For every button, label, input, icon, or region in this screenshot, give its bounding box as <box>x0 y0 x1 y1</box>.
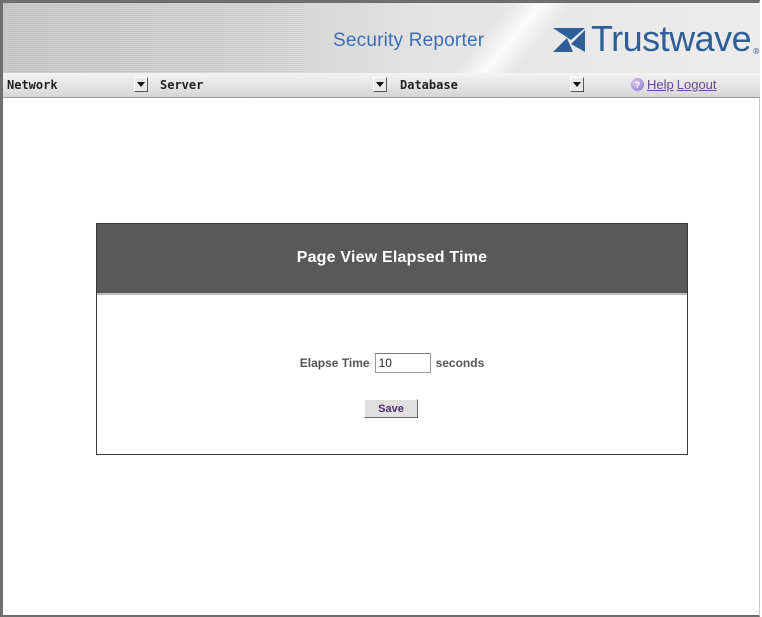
seconds-label: seconds <box>435 356 485 370</box>
elapsed-time-panel: Page View Elapsed Time Elapse Time secon… <box>96 223 688 455</box>
menu-network-label: Network <box>7 78 58 92</box>
help-logout-links: ? Help Logout <box>631 77 720 92</box>
brand-name: Trustwave <box>591 18 752 59</box>
save-button[interactable]: Save <box>364 399 418 418</box>
browser-frame: Security Reporter Trustwave ® Network Se… <box>0 0 760 617</box>
dropdown-arrow-icon[interactable] <box>570 77 584 92</box>
menu-server-label: Server <box>160 78 204 92</box>
menu-database[interactable]: Database <box>400 77 585 93</box>
elapse-time-row: Elapse Time seconds <box>97 353 687 373</box>
registered-mark: ® <box>752 46 760 56</box>
elapse-time-label: Elapse Time <box>299 356 370 370</box>
trustwave-logo: Trustwave ® <box>551 19 760 59</box>
elapse-time-input[interactable] <box>374 353 431 373</box>
menu-server[interactable]: Server <box>160 77 388 93</box>
dropdown-arrow-icon[interactable] <box>134 77 148 92</box>
dropdown-arrow-icon[interactable] <box>373 77 387 92</box>
app-title: Security Reporter <box>333 30 485 51</box>
menu-database-label: Database <box>400 78 458 92</box>
logout-link[interactable]: Logout <box>677 77 717 92</box>
panel-header: Page View Elapsed Time <box>97 224 687 295</box>
header-texture <box>3 3 303 73</box>
trustwave-logo-icon <box>553 28 585 52</box>
menu-network[interactable]: Network <box>7 77 149 93</box>
menu-bar: Network Server Database ? Help Logout <box>3 73 760 98</box>
help-icon[interactable]: ? <box>631 78 644 91</box>
app-header: Security Reporter Trustwave ® <box>3 3 760 73</box>
panel-title: Page View Elapsed Time <box>296 248 488 266</box>
help-link[interactable]: Help <box>647 77 674 92</box>
